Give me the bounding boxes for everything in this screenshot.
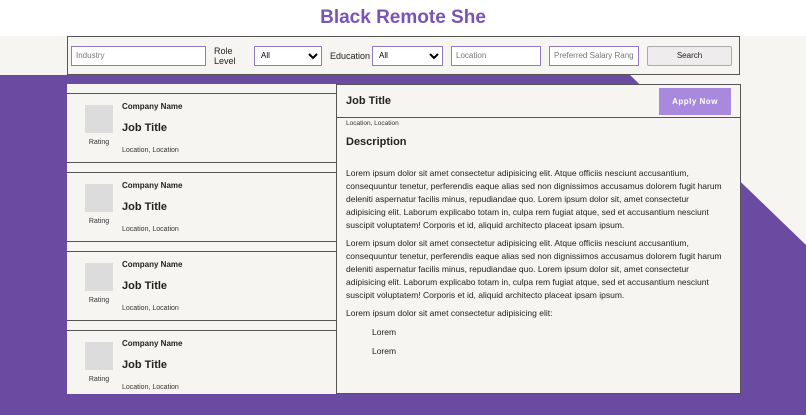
description-paragraph: Lorem ipsum dolor sit amet consectetur a… [346, 308, 553, 318]
company-name: Company Name [122, 260, 183, 269]
detail-job-title: Job Title [346, 95, 392, 107]
job-location: Location, Location [122, 147, 179, 154]
job-title: Job Title [122, 280, 168, 292]
company-logo [85, 263, 113, 291]
company-logo [85, 105, 113, 133]
company-name: Company Name [122, 102, 183, 111]
education-select[interactable]: All [372, 45, 444, 66]
salary-range-input[interactable] [549, 45, 640, 66]
description-heading: Description [346, 136, 407, 148]
brand-title[interactable]: Black Remote She [0, 7, 806, 29]
rating-label: Rating [88, 218, 110, 225]
description-list: Lorem Lorem [346, 326, 731, 358]
job-title: Job Title [122, 359, 168, 371]
description-paragraph: Lorem ipsum dolor sit amet consectetur a… [346, 238, 722, 300]
industry-input[interactable] [71, 45, 206, 66]
list-item: Lorem [372, 327, 397, 337]
rating-label: Rating [88, 139, 110, 146]
search-button[interactable]: Search [647, 45, 733, 66]
company-name: Company Name [122, 181, 183, 190]
role-level-select[interactable]: All [254, 45, 322, 66]
job-location: Location, Location [122, 384, 179, 391]
job-location: Location, Location [122, 226, 179, 233]
job-card[interactable]: Rating Company Name Job Title Location, … [67, 330, 336, 394]
description-paragraph: Lorem ipsum dolor sit amet consectetur a… [346, 168, 722, 230]
detail-location: Location, Location [346, 120, 399, 127]
job-title: Job Title [122, 122, 168, 134]
company-name: Company Name [122, 339, 183, 348]
education-label: Education [330, 50, 371, 61]
job-detail-header: Job Title Apply Now [337, 85, 740, 118]
job-title: Job Title [122, 201, 168, 213]
apply-now-button[interactable]: Apply Now [659, 88, 731, 115]
location-input[interactable] [451, 45, 542, 66]
job-card[interactable]: Rating Company Name Job Title Location, … [67, 251, 336, 321]
company-logo [85, 342, 113, 370]
job-card[interactable]: Rating Company Name Job Title Location, … [67, 172, 336, 242]
rating-label: Rating [88, 297, 110, 304]
job-list: Rating Company Name Job Title Location, … [67, 84, 336, 394]
list-item: Lorem [372, 346, 397, 356]
description-body: Lorem ipsum dolor sit amet consectetur a… [346, 167, 731, 364]
job-card[interactable]: Rating Company Name Job Title Location, … [67, 93, 336, 163]
job-detail-panel: Job Title Apply Now Location, Location D… [336, 84, 741, 394]
job-location: Location, Location [122, 305, 179, 312]
role-level-label: Role Level [214, 45, 236, 66]
search-bar: Role Level All Education All Search [67, 36, 740, 75]
company-logo [85, 184, 113, 212]
header: Black Remote She [0, 0, 806, 36]
rating-label: Rating [88, 376, 110, 383]
